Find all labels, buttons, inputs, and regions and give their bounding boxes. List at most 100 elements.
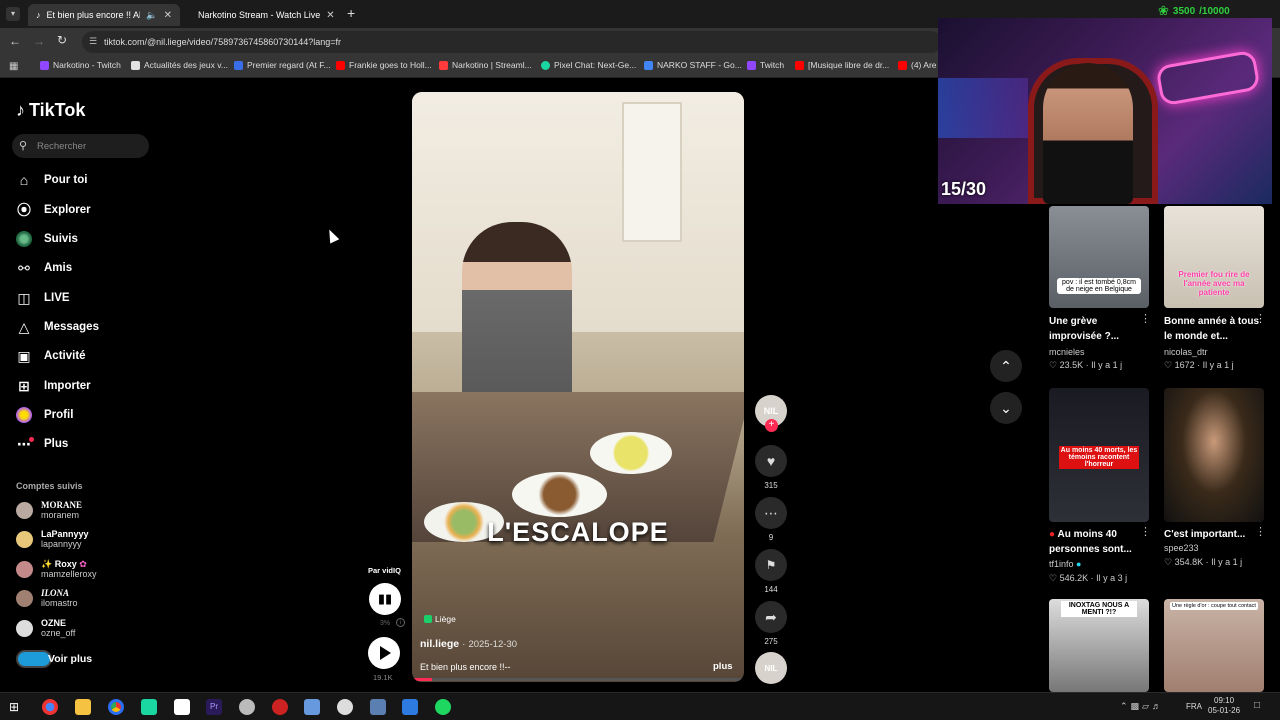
next-video-button[interactable]: ⌄ xyxy=(990,392,1022,424)
video-progress-bar[interactable] xyxy=(412,678,744,681)
followed-account[interactable]: ✨ Roxy ✿ mamzelleroxy xyxy=(16,559,97,579)
search-input[interactable]: ⚲ Rechercher xyxy=(12,134,149,158)
nav-item-messages[interactable]: △ Messages xyxy=(16,317,99,337)
bookmark-item[interactable]: Narkotino | Streaml... xyxy=(439,60,532,70)
share-button[interactable]: ➦ 275 xyxy=(755,601,787,646)
url-field[interactable]: ☰ tiktok.com/@nil.liege/video/7589736745… xyxy=(82,31,942,53)
video-options-icon[interactable]: ⋮ xyxy=(1255,312,1266,325)
nav-item-explorer[interactable]: ⦿ Explorer xyxy=(16,200,91,220)
nav-item-plus[interactable]: ⋯ Plus xyxy=(16,434,68,454)
video-overlay-text: L'ESCALOPE xyxy=(487,517,669,547)
tiktok-logo[interactable]: ♪ TikTok xyxy=(16,100,85,121)
video-options-icon[interactable]: ⋮ xyxy=(1140,312,1151,325)
video-progress-fill xyxy=(412,678,432,681)
taskbar-app-icon[interactable] xyxy=(337,699,353,715)
previous-video-button[interactable]: ⌃ xyxy=(990,350,1022,382)
spotify-icon[interactable] xyxy=(435,699,451,715)
video-options-icon[interactable]: ⋮ xyxy=(1255,525,1266,538)
browser-tab-stream[interactable]: Narkotino Stream - Watch Live ✕ xyxy=(184,4,342,26)
video-author[interactable]: nil.liege xyxy=(420,638,459,650)
followed-account[interactable]: MORANE moranem xyxy=(16,500,82,520)
clock[interactable]: 09:10 05-01-26 xyxy=(1208,696,1240,716)
follow-plus-icon[interactable]: + xyxy=(765,419,778,432)
new-tab-button[interactable]: + xyxy=(347,5,355,21)
comment-button[interactable]: ⋯ 9 xyxy=(755,497,787,542)
keyboard-language[interactable]: FRA xyxy=(1186,702,1202,711)
nav-item-importer[interactable]: ⊞ Importer xyxy=(16,376,91,396)
caption-more-link[interactable]: plus xyxy=(713,661,733,672)
profile-icon xyxy=(16,407,32,423)
followed-account[interactable]: LaPannyyy lapannyyy xyxy=(16,529,89,549)
premiere-icon[interactable]: Pr xyxy=(206,699,222,715)
taskbar-app-icon[interactable] xyxy=(174,699,190,715)
related-video-author[interactable]: spee233 xyxy=(1164,543,1199,553)
related-video-author[interactable]: nicolas_dtr xyxy=(1164,347,1208,357)
nav-item-activite[interactable]: ▣ Activité xyxy=(16,346,85,366)
see-more-button[interactable]: Voir plus xyxy=(16,650,92,668)
like-button[interactable]: ♥ 315 xyxy=(755,445,787,490)
taskbar-app-icon[interactable] xyxy=(141,699,157,715)
taskbar-app-icon[interactable] xyxy=(402,699,418,715)
author-avatar-button[interactable]: nil + xyxy=(755,395,787,432)
nav-item-live[interactable]: ◫ LIVE xyxy=(16,288,69,308)
windows-start-icon[interactable]: ⊞ xyxy=(9,700,19,714)
taskbar-app-icon[interactable] xyxy=(304,699,320,715)
chrome-icon[interactable] xyxy=(108,699,124,715)
related-video-author[interactable]: mcnieles xyxy=(1049,347,1085,357)
related-video-thumbnail[interactable]: pov : il est tombé 0,8cm de neige en Bel… xyxy=(1049,206,1149,308)
related-video-title[interactable]: Bonne année à tous le monde et... xyxy=(1164,314,1264,344)
bookmark-item[interactable]: (4) Are xyxy=(898,60,937,70)
related-video-title[interactable]: C'est important... xyxy=(1164,527,1264,542)
calculator-icon[interactable] xyxy=(370,699,386,715)
browser-tab-tiktok[interactable]: ♪ Et bien plus encore !! Alors 🔈 ✕ xyxy=(28,4,180,26)
bookmark-item[interactable]: [Musique libre de dr... xyxy=(795,60,889,70)
bookmark-item[interactable]: Frankie goes to Holl... xyxy=(336,60,432,70)
bookmark-item[interactable]: Premier regard (At F... xyxy=(234,60,331,70)
nav-item-profil[interactable]: Profil xyxy=(16,405,73,425)
notification-icon[interactable]: □ xyxy=(1254,700,1260,711)
nav-item-amis[interactable]: ⚯ Amis xyxy=(16,258,72,278)
bookmark-item[interactable]: Twitch xyxy=(747,60,784,70)
taskbar-app-icon[interactable] xyxy=(239,699,255,715)
taskbar-app-icon[interactable] xyxy=(42,699,58,715)
tab-list-dropdown-icon[interactable]: ▾ xyxy=(6,7,20,21)
info-icon[interactable]: i xyxy=(396,618,405,627)
related-video-thumbnail[interactable]: Une règle d'or : coupe tout contact xyxy=(1164,599,1264,692)
bookmark-item[interactable]: Actualités des jeux v... xyxy=(131,60,228,70)
bookmark-item[interactable]: NARKO STAFF - Go... xyxy=(644,60,742,70)
tab-audio-icon[interactable]: 🔈 xyxy=(146,10,157,21)
followed-account[interactable]: ILONA ilomastro xyxy=(16,588,78,608)
tab-close-icon[interactable]: ✕ xyxy=(164,10,172,21)
site-info-icon[interactable]: ☰ xyxy=(89,36,97,47)
reload-icon[interactable]: ↻ xyxy=(57,33,67,47)
back-icon[interactable]: ← xyxy=(9,34,21,48)
followed-account[interactable]: OZNE ozne_off xyxy=(16,618,75,638)
save-button[interactable]: ⚑ 144 xyxy=(755,549,787,594)
related-video-thumbnail[interactable]: Premier fou rire de l'année avec ma pati… xyxy=(1164,206,1264,308)
vidiq-stats-button[interactable]: ▮▮ xyxy=(369,583,401,615)
sound-disc-button[interactable]: nil xyxy=(755,652,787,688)
nav-item-pour-toi[interactable]: ⌂ Pour toi xyxy=(16,170,88,190)
folder-icon[interactable] xyxy=(75,699,91,715)
tray-icons[interactable]: ⌃▩▱♬ xyxy=(1120,701,1164,712)
related-video-thumbnail[interactable]: INOXTAG NOUS A MENTI ?!? xyxy=(1049,599,1149,692)
nav-item-suivis[interactable]: Suivis xyxy=(16,229,78,249)
play-button[interactable] xyxy=(368,637,400,669)
taskbar-app-icon[interactable] xyxy=(272,699,288,715)
related-video-title[interactable]: ● Au moins 40 personnes sont... xyxy=(1049,527,1149,557)
related-video-title[interactable]: Une grève improvisée ?... xyxy=(1049,314,1149,344)
related-video-thumbnail[interactable] xyxy=(1164,388,1264,522)
forward-icon[interactable]: → xyxy=(33,34,45,48)
bookmark-item[interactable]: Pixel Chat: Next-Ge... xyxy=(541,60,636,70)
avatar xyxy=(16,560,33,578)
account-handle: ozne_off xyxy=(41,628,76,638)
related-video-thumbnail[interactable]: Au moins 40 morts, les témoins racontent… xyxy=(1049,388,1149,522)
bookmark-item[interactable]: Narkotino - Twitch xyxy=(40,60,121,70)
location-tag[interactable]: Liège xyxy=(424,614,456,624)
apps-grid-icon[interactable]: ▦ xyxy=(9,61,18,72)
video-options-icon[interactable]: ⋮ xyxy=(1140,525,1151,538)
tab-close-icon[interactable]: ✕ xyxy=(326,10,334,21)
video-player[interactable]: L'ESCALOPE Liège nil.liege · 2025-12-30 … xyxy=(412,92,744,682)
related-video-author[interactable]: tf1info ● xyxy=(1049,559,1081,569)
nav-label: Messages xyxy=(44,321,99,333)
